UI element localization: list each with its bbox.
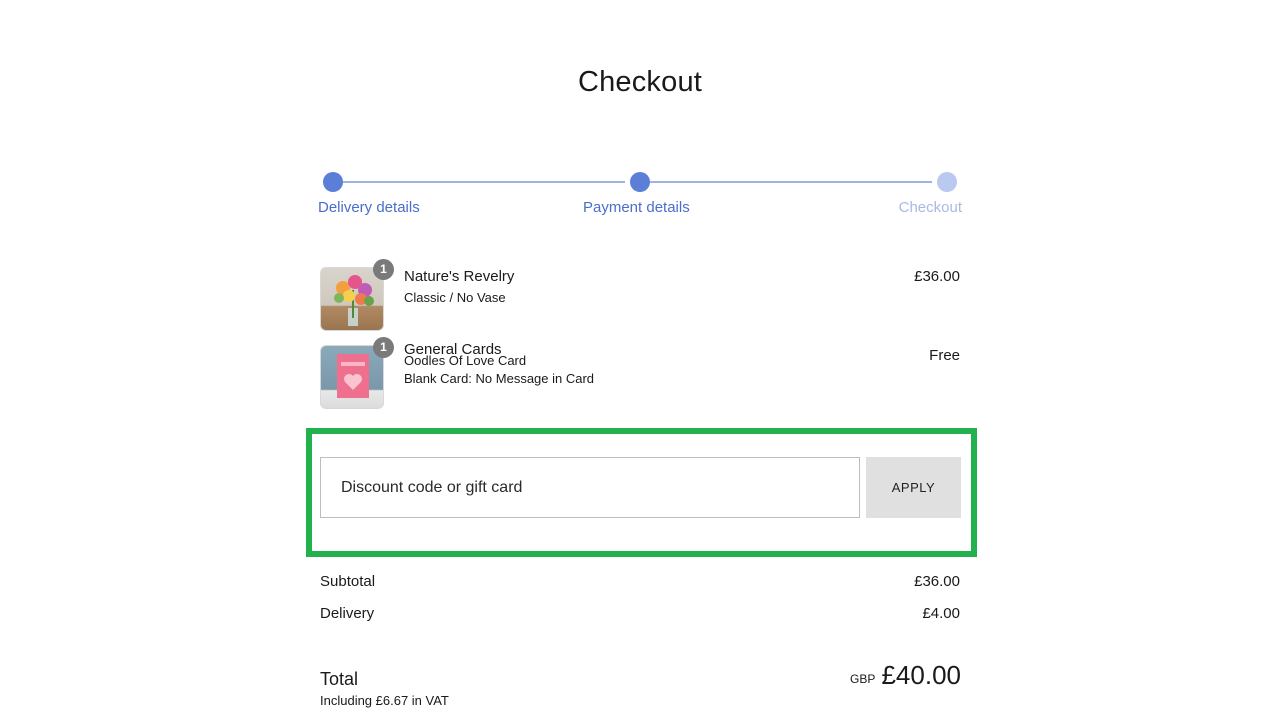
flower-bouquet-image [320,267,384,331]
discount-code-input[interactable] [320,457,860,518]
step-checkout: Checkout [898,199,962,216]
step-payment-details[interactable]: Payment details [583,199,690,216]
item-price: Free [929,347,960,364]
quantity-badge: 1 [373,337,394,358]
total-amount: £40.00 [881,660,961,690]
discount-section: APPLY [306,428,977,557]
item-card-message: Blank Card: No Message in Card [404,371,595,386]
greeting-card-image [320,345,384,409]
checkout-stepper: Delivery details Payment details Checkou… [318,170,962,220]
item-price: £36.00 [914,268,960,285]
step-dot-delivery [323,172,343,192]
total-label: Total [320,669,359,689]
quantity-badge: 1 [373,259,394,280]
step-delivery-details[interactable]: Delivery details [318,199,420,216]
item-variant: Oodles Of Love Card [404,353,527,368]
stepper-connector [650,181,932,183]
step-dot-payment [630,172,650,192]
subtotal-label: Subtotal [320,573,376,590]
delivery-value: £4.00 [922,605,960,622]
currency-code: GBP [850,672,876,686]
step-dot-checkout [937,172,957,192]
item-name: Nature's Revelry [404,268,515,285]
order-item: 1 Nature's Revelry Classic / No Vase £36… [320,259,960,331]
page-title: Checkout [577,66,703,98]
stepper-connector [342,181,625,183]
apply-discount-button[interactable]: APPLY [866,457,961,518]
order-item: 1 General Cards Oodles Of Love Card Blan… [320,337,960,409]
vat-note: Including £6.67 in VAT [320,693,449,708]
subtotal-value: £36.00 [914,573,960,590]
delivery-label: Delivery [320,605,375,622]
item-variant: Classic / No Vase [404,290,506,305]
